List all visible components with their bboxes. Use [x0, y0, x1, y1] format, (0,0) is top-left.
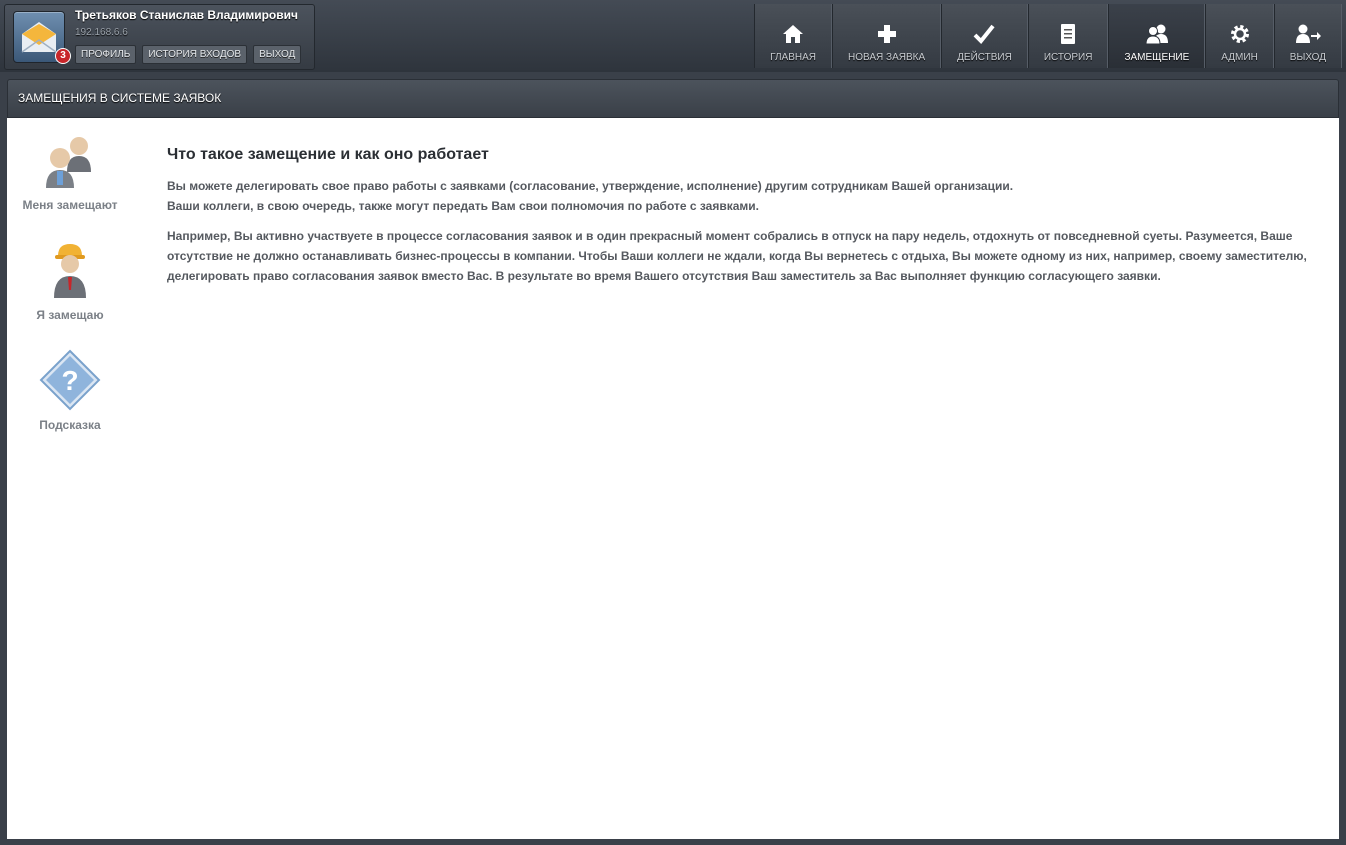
nav-label: ЗАМЕЩЕНИЕ [1124, 52, 1190, 63]
nav-new-request[interactable]: НОВАЯ ЗАЯВКА [832, 4, 942, 68]
article-paragraph: Например, Вы активно участвуете в процес… [167, 229, 1307, 283]
worker-icon [37, 238, 103, 304]
nav-admin[interactable]: АДМИН [1205, 4, 1274, 68]
help-article: Что такое замещение и как оно работает В… [167, 146, 1317, 286]
article-title: Что такое замещение и как оно работает [167, 146, 489, 163]
logout-link[interactable]: ВЫХОД [253, 45, 302, 64]
user-panel: 3 Третьяков Станислав Владимирович 192.1… [4, 4, 315, 70]
notification-badge: 3 [55, 48, 71, 64]
mail-avatar-icon[interactable]: 3 [13, 11, 71, 64]
sidebar-item-help[interactable]: ? Подсказка [7, 348, 133, 432]
nav-label: ДЕЙСТВИЯ [957, 52, 1012, 63]
sidebar-label: Я замещаю [36, 308, 104, 322]
nav-label: ИСТОРИЯ [1043, 52, 1093, 63]
nav-history[interactable]: ИСТОРИЯ [1027, 4, 1109, 68]
content-panel: Меня замещают Я замещаю ? Подсказка Что … [7, 118, 1339, 839]
article-line: Ваши коллеги, в свою очередь, также могу… [167, 199, 760, 213]
nav-label: НОВАЯ ЗАЯВКА [848, 52, 926, 63]
nav-actions[interactable]: ДЕЙСТВИЯ [941, 4, 1028, 68]
sidebar-label: Подсказка [39, 418, 101, 432]
svg-text:?: ? [61, 365, 78, 396]
substitutes-icon [37, 128, 103, 194]
sidebar-item-i-substitute[interactable]: Я замещаю [7, 238, 133, 322]
check-icon [972, 23, 996, 45]
plus-icon [876, 23, 898, 45]
nav-substitution[interactable]: ЗАМЕЩЕНИЕ [1108, 4, 1206, 68]
logout-user-icon [1294, 23, 1322, 45]
users-icon [1144, 23, 1170, 45]
user-name: Третьяков Станислав Владимирович [75, 8, 298, 22]
top-bar: 3 Третьяков Станислав Владимирович 192.1… [0, 0, 1346, 72]
profile-link[interactable]: ПРОФИЛЬ [75, 45, 137, 64]
sidebar-item-substituting-me[interactable]: Меня замещают [7, 128, 133, 212]
main-nav: ГЛАВНАЯ НОВАЯ ЗАЯВКА ДЕЙСТВИЯ ИСТОРИЯ ЗА… [754, 4, 1342, 68]
nav-label: ВЫХОД [1289, 52, 1326, 63]
user-ip: 192.168.6.6 [75, 27, 128, 38]
nav-home[interactable]: ГЛАВНАЯ [754, 4, 833, 68]
article-paragraph: Вы можете делегировать свое право работы… [167, 176, 1317, 216]
document-icon [1059, 23, 1077, 45]
home-icon [781, 23, 805, 45]
gear-icon [1229, 23, 1251, 45]
article-line: Вы можете делегировать свое право работы… [167, 179, 1014, 193]
nav-label: АДМИН [1221, 52, 1258, 63]
help-icon: ? [37, 348, 103, 414]
nav-label: ГЛАВНАЯ [770, 52, 817, 63]
login-history-link[interactable]: ИСТОРИЯ ВХОДОВ [142, 45, 248, 64]
nav-logout[interactable]: ВЫХОД [1273, 4, 1342, 68]
sidebar-label: Меня замещают [22, 198, 118, 212]
user-links: ПРОФИЛЬ ИСТОРИЯ ВХОДОВ ВЫХОД [75, 45, 302, 64]
section-title: ЗАМЕЩЕНИЯ В СИСТЕМЕ ЗАЯВОК [7, 79, 1339, 118]
